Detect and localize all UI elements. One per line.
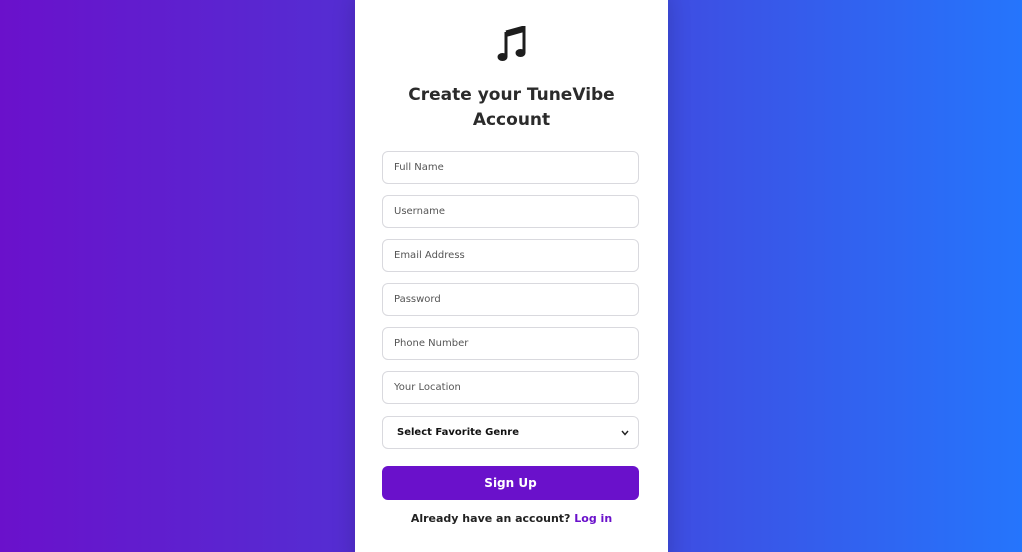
email-input[interactable] <box>382 239 639 272</box>
chevron-down-icon <box>620 428 630 438</box>
phone-input[interactable] <box>382 327 639 360</box>
login-link[interactable]: Log in <box>574 512 612 525</box>
full-name-input[interactable] <box>382 151 639 184</box>
sign-up-button[interactable]: Sign Up <box>382 466 639 500</box>
page-title: Create your TuneVibe Account <box>408 85 615 130</box>
username-input[interactable] <box>382 195 639 228</box>
logo <box>355 26 668 66</box>
password-input[interactable] <box>382 283 639 316</box>
genre-select-value: Select Favorite Genre <box>397 427 519 438</box>
music-note-icon <box>497 26 525 61</box>
login-prompt: Already have an account? Log in <box>355 512 668 525</box>
location-input[interactable] <box>382 371 639 404</box>
signup-card: Create your TuneVibe Account Select Favo… <box>355 0 668 552</box>
genre-select[interactable]: Select Favorite Genre <box>382 416 639 449</box>
login-prompt-text: Already have an account? <box>410 512 571 525</box>
